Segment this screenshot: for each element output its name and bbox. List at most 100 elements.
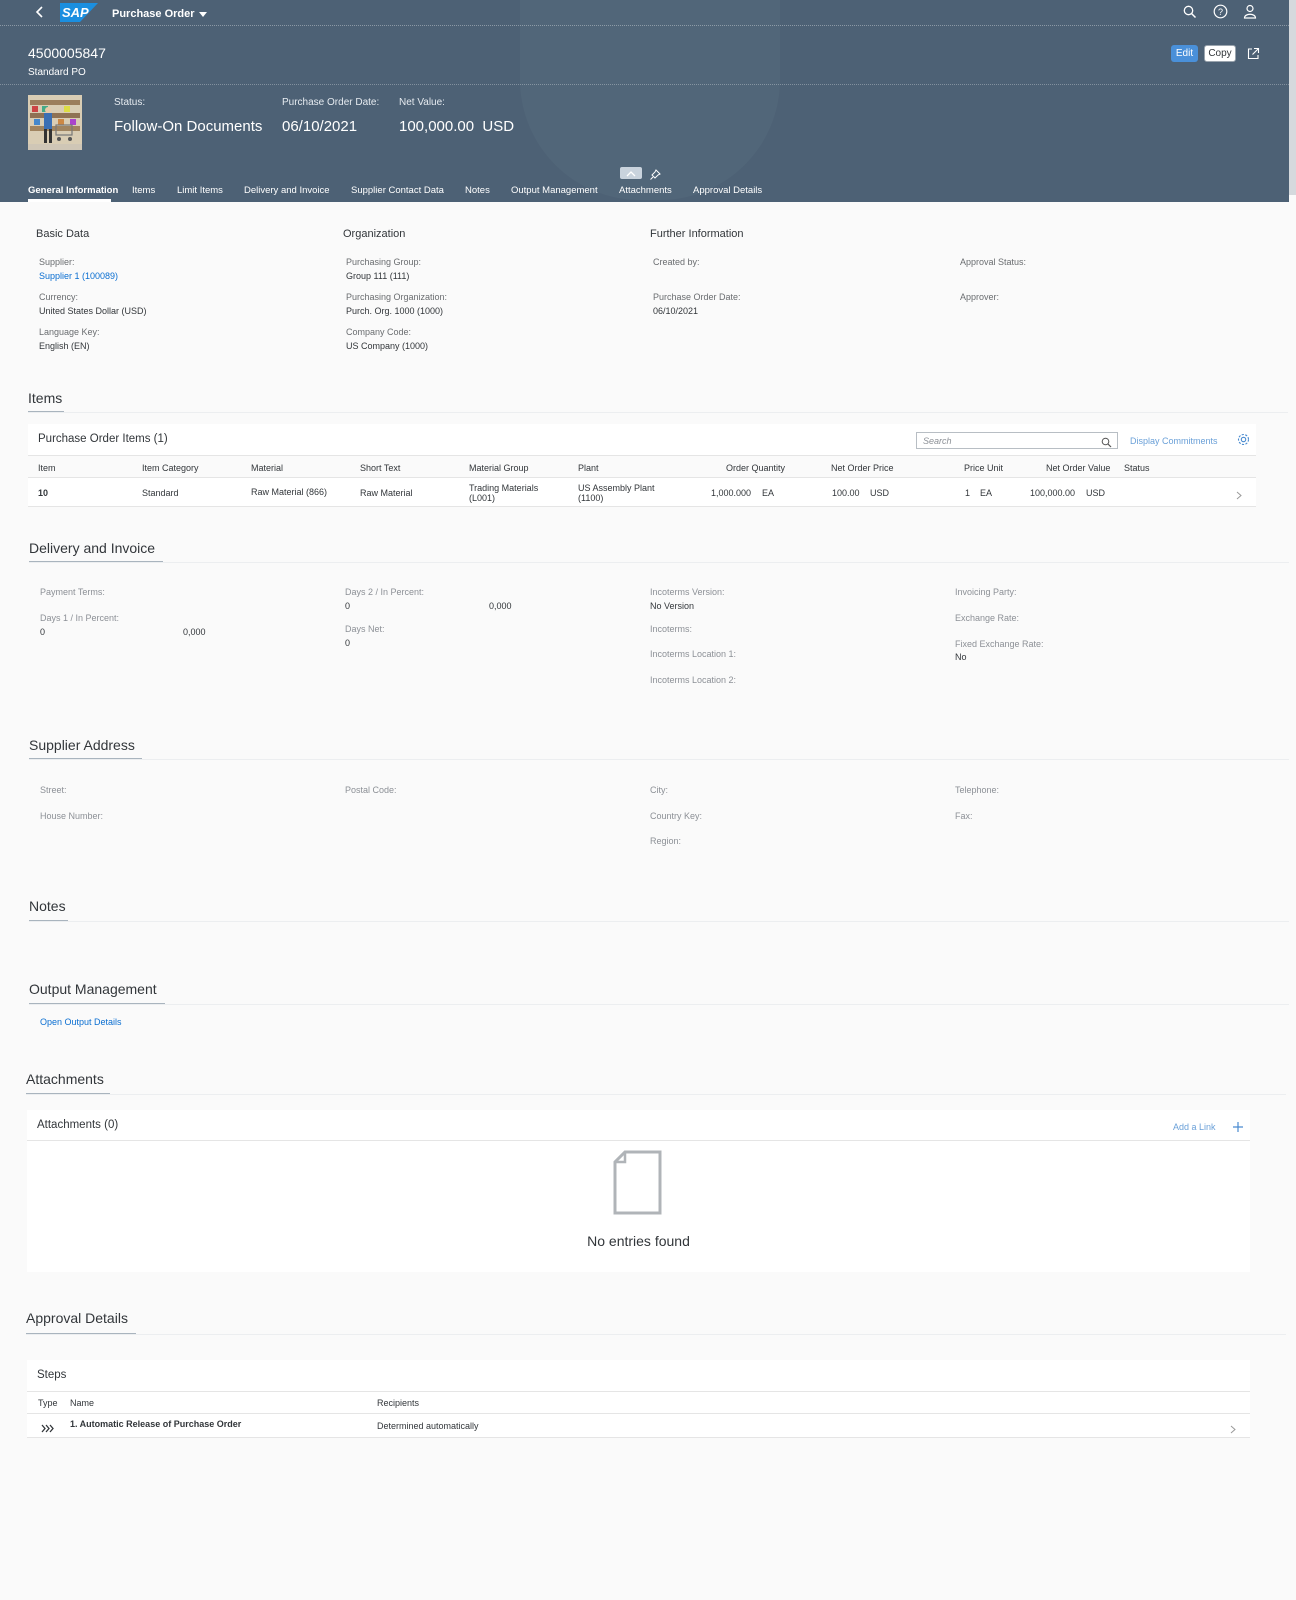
delivery-section-title: Delivery and Invoice — [29, 540, 156, 556]
approval-steps-table: Steps Type Name Recipients 1. Automatic … — [27, 1360, 1250, 1438]
col-short-text[interactable]: Short Text — [360, 463, 400, 473]
table-row[interactable]: 1. Automatic Release of Purchase Order D… — [27, 1414, 1250, 1437]
col-material[interactable]: Material — [251, 463, 283, 473]
language-value: English (EN) — [39, 341, 90, 351]
sap-logo[interactable]: SAP — [60, 3, 98, 22]
display-commitments-button[interactable]: Display Commitments — [1130, 436, 1218, 446]
col-material-group[interactable]: Material Group — [469, 463, 529, 473]
company-code-value: US Company (1000) — [346, 341, 429, 351]
col-item[interactable]: Item — [38, 463, 56, 473]
row-net-order-price: 100.00 — [832, 488, 860, 498]
search-icon[interactable] — [1101, 435, 1112, 453]
row-price-unit-uom: EA — [980, 488, 993, 498]
user-icon[interactable] — [1243, 4, 1257, 24]
document-icon — [612, 1150, 664, 1221]
incoterms-location1-label: Incoterms Location 1: — [650, 649, 737, 659]
open-output-details-link[interactable]: Open Output Details — [40, 1017, 122, 1027]
col-net-order-value[interactable]: Net Order Value — [1046, 463, 1110, 473]
days-net-label: Days Net: — [345, 624, 385, 634]
col-order-quantity[interactable]: Order Quantity — [726, 463, 785, 473]
row-material-link[interactable]: Raw Material (866) — [251, 487, 327, 497]
share-icon[interactable] — [1247, 47, 1260, 65]
row-short-text: Raw Material — [360, 488, 413, 498]
app-title: Purchase Order — [112, 8, 195, 20]
supplier-link[interactable]: Supplier 1 (100089) — [39, 271, 118, 281]
items-search-field[interactable]: Search — [916, 432, 1118, 449]
approval-status-label: Approval Status: — [960, 257, 1027, 267]
net-value-amount: 100,000.00 — [399, 118, 475, 135]
row-plant-code: (1100) — [578, 493, 604, 503]
days1-label: Days 1 / In Percent: — [40, 613, 120, 623]
pin-icon[interactable] — [650, 167, 661, 185]
tab-approval-details[interactable]: Approval Details — [693, 185, 762, 196]
col-recipients[interactable]: Recipients — [377, 1398, 419, 1408]
help-icon[interactable]: ? — [1213, 4, 1228, 24]
items-section-title: Items — [28, 390, 63, 406]
tab-general-information[interactable]: General Information — [28, 185, 118, 196]
scrollbar[interactable] — [1289, 0, 1296, 195]
fixed-exchange-rate-label: Fixed Exchange Rate: — [955, 639, 1044, 649]
incoterms-location2-label: Incoterms Location 2: — [650, 675, 737, 685]
approval-section-rule — [26, 1334, 1286, 1335]
basic-data-title: Basic Data — [36, 228, 90, 240]
col-name[interactable]: Name — [70, 1398, 94, 1408]
tab-items[interactable]: Items — [132, 185, 155, 196]
items-section-rule — [28, 412, 1288, 413]
tab-output-management[interactable]: Output Management — [511, 185, 598, 196]
purchasing-group-value: Group 111 (111) — [346, 271, 410, 281]
language-label: Language Key: — [39, 327, 100, 337]
chevron-right-icon[interactable] — [1236, 487, 1242, 505]
po-date-field-label: Purchase Order Date: — [653, 292, 741, 302]
sap-logo-text: SAP — [62, 5, 89, 20]
city-label: City: — [650, 785, 668, 795]
fax-label: Fax: — [955, 811, 973, 821]
back-icon[interactable] — [34, 4, 46, 20]
net-value-label: Net Value: — [399, 97, 445, 108]
copy-button[interactable]: Copy — [1204, 45, 1236, 62]
net-value-currency: USD — [482, 118, 515, 135]
row-plant-name: US Assembly Plant — [578, 483, 655, 493]
purchasing-org-label: Purchasing Organization: — [346, 292, 448, 302]
tab-supplier-contact-data[interactable]: Supplier Contact Data — [351, 185, 444, 196]
chevron-up-icon — [626, 171, 636, 177]
attachments-section-title: Attachments — [26, 1071, 104, 1087]
add-icon[interactable] — [1232, 1120, 1244, 1138]
col-plant[interactable]: Plant — [578, 463, 599, 473]
tab-notes[interactable]: Notes — [465, 185, 490, 196]
region-label: Region: — [650, 836, 682, 846]
status-value: Follow-On Documents — [114, 118, 263, 135]
days1-percent: 0,000 — [183, 627, 206, 637]
collapse-header-button[interactable] — [620, 167, 642, 179]
days-net-value: 0 — [345, 638, 351, 648]
tab-limit-items[interactable]: Limit Items — [177, 185, 223, 196]
steps-row-bottom-line — [27, 1437, 1250, 1438]
company-code-label: Company Code: — [346, 327, 412, 337]
tab-selected-indicator — [28, 199, 111, 202]
settings-icon[interactable] — [1237, 433, 1250, 451]
output-section-title: Output Management — [29, 981, 157, 997]
add-link-button[interactable]: Add a Link — [1173, 1122, 1216, 1132]
col-item-category[interactable]: Item Category — [142, 463, 199, 473]
svg-text:?: ? — [1218, 7, 1223, 17]
edit-button[interactable]: Edit — [1171, 45, 1198, 62]
col-status[interactable]: Status — [1124, 463, 1150, 473]
items-table: Purchase Order Items (1) Search Display … — [28, 424, 1256, 507]
tab-attachments[interactable]: Attachments — [619, 185, 672, 196]
col-type[interactable]: Type — [38, 1398, 58, 1408]
header-divider — [0, 84, 1289, 85]
app-title-menu[interactable]: Purchase Order — [112, 5, 207, 23]
table-row[interactable]: 10 Standard Raw Material (866) Raw Mater… — [28, 478, 1256, 506]
invoicing-party-label: Invoicing Party: — [955, 587, 1017, 597]
items-search-input[interactable]: Search — [923, 436, 952, 446]
postal-code-label: Postal Code: — [345, 785, 397, 795]
col-price-unit[interactable]: Price Unit — [964, 463, 1003, 473]
fixed-exchange-rate-value: No — [955, 652, 967, 662]
days2-label: Days 2 / In Percent: — [345, 587, 425, 597]
row-net-order-value: 100,000.00 — [1030, 488, 1076, 498]
col-net-order-price[interactable]: Net Order Price — [831, 463, 894, 473]
po-date-field-value: 06/10/2021 — [653, 306, 699, 316]
tab-delivery-and-invoice[interactable]: Delivery and Invoice — [244, 185, 330, 196]
street-label: Street: — [40, 785, 67, 795]
search-icon[interactable] — [1183, 5, 1197, 24]
row-item-category: Standard — [142, 488, 179, 498]
